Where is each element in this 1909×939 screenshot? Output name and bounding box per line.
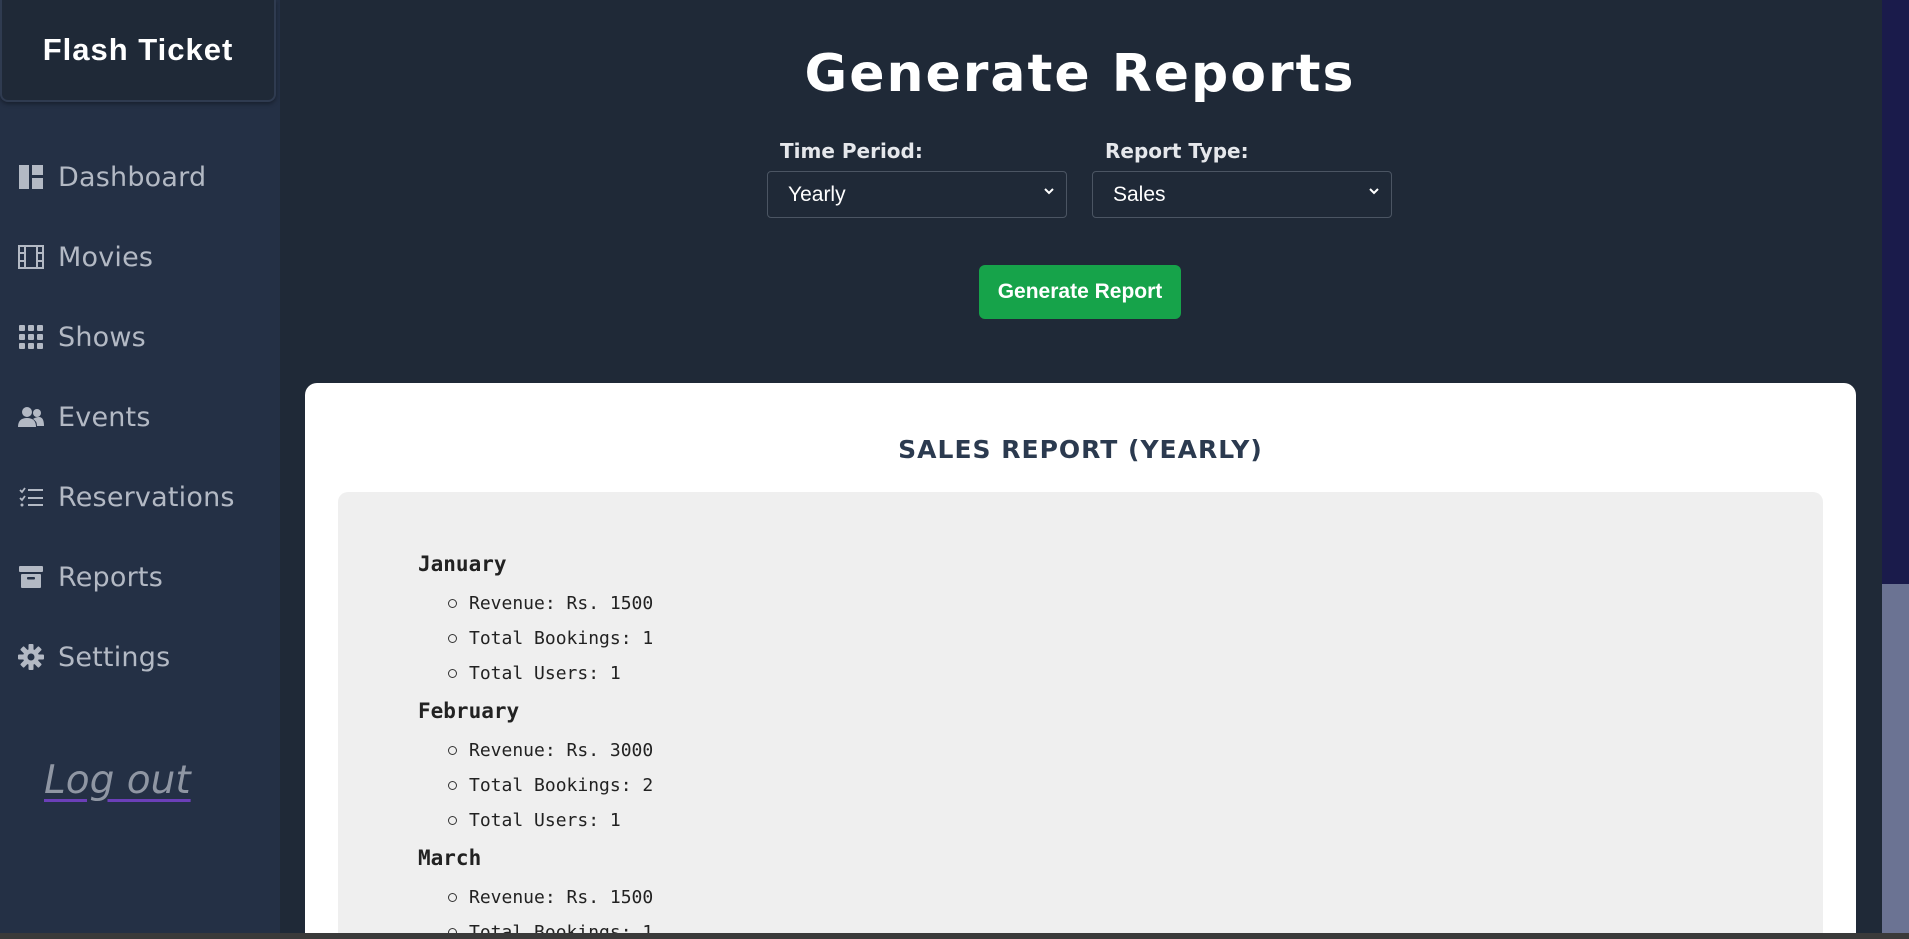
bookings-text: Total Bookings: 2 [469,775,654,796]
logout-link[interactable]: Log out [44,758,191,803]
report-body: January Revenue: Rs. 1500 Total Bookings… [338,492,1823,939]
month-heading: January [418,552,507,576]
revenue-text: Revenue: Rs. 1500 [469,887,654,908]
list-item: Total Users: 1 [448,663,621,684]
users-text: Total Users: 1 [469,663,621,684]
bullet-icon [448,634,457,643]
archive-icon [18,564,44,590]
page-title: Generate Reports [804,44,1356,104]
time-period-label: Time Period: [780,139,923,163]
chevron-down-icon [1044,188,1054,195]
dashboard-icon [18,164,44,190]
report-type-label: Report Type: [1105,139,1249,163]
bullet-icon [448,669,457,678]
bullet-icon [448,746,457,755]
sidebar-item-label: Events [58,401,151,433]
bullet-icon [448,816,457,825]
list-item: Total Bookings: 2 [448,775,653,796]
list-icon [18,484,44,510]
report-card: SALES REPORT (YEARLY) January Revenue: R… [305,383,1856,939]
revenue-text: Revenue: Rs. 3000 [469,740,654,761]
brand-logo[interactable]: Flash Ticket [0,0,276,102]
report-title: SALES REPORT (YEARLY) [898,435,1263,464]
sidebar-item-events[interactable]: Events [18,395,151,439]
sidebar-item-label: Dashboard [58,161,207,193]
list-item: Total Bookings: 1 [448,628,653,649]
sidebar-item-label: Reports [58,561,163,593]
sidebar-item-settings[interactable]: Settings [18,635,170,679]
window-bottom-edge [0,933,1909,939]
month-heading: February [418,699,520,723]
sidebar-item-label: Shows [58,321,146,353]
sidebar-item-movies[interactable]: Movies [18,235,153,279]
bullet-icon [448,781,457,790]
report-type-select[interactable]: Sales [1092,171,1392,218]
sidebar-item-label: Settings [58,641,171,673]
month-heading: March [418,846,482,870]
bullet-icon [448,893,457,902]
list-item: Revenue: Rs. 1500 [448,593,653,614]
revenue-text: Revenue: Rs. 1500 [469,593,654,614]
sidebar-item-reports[interactable]: Reports [18,555,163,599]
list-item: Revenue: Rs. 1500 [448,887,653,908]
list-item: Revenue: Rs. 3000 [448,740,653,761]
bullet-icon [448,599,457,608]
gear-icon [18,644,44,670]
sidebar-item-shows[interactable]: Shows [18,315,146,359]
sidebar-item-label: Movies [58,241,154,273]
time-period-select[interactable]: Yearly [767,171,1067,218]
chevron-down-icon [1369,188,1379,195]
sidebar-item-dashboard[interactable]: Dashboard [18,155,206,199]
users-icon [18,404,44,430]
generate-report-button[interactable]: Generate Report [979,265,1181,319]
film-icon [18,244,44,270]
sidebar-item-reservations[interactable]: Reservations [18,475,235,519]
users-text: Total Users: 1 [469,810,621,831]
grid-icon [18,324,44,350]
report-type-value: Sales [1113,182,1166,206]
main-content: Generate Reports Time Period: Yearly Rep… [280,0,1882,939]
bookings-text: Total Bookings: 1 [469,628,654,649]
scrollbar-thumb[interactable] [1882,584,1909,933]
list-item: Total Users: 1 [448,810,621,831]
sidebar-item-label: Reservations [58,481,235,513]
sidebar: Flash Ticket Dashboard Movies Shows Even… [0,0,280,939]
time-period-value: Yearly [788,182,846,206]
